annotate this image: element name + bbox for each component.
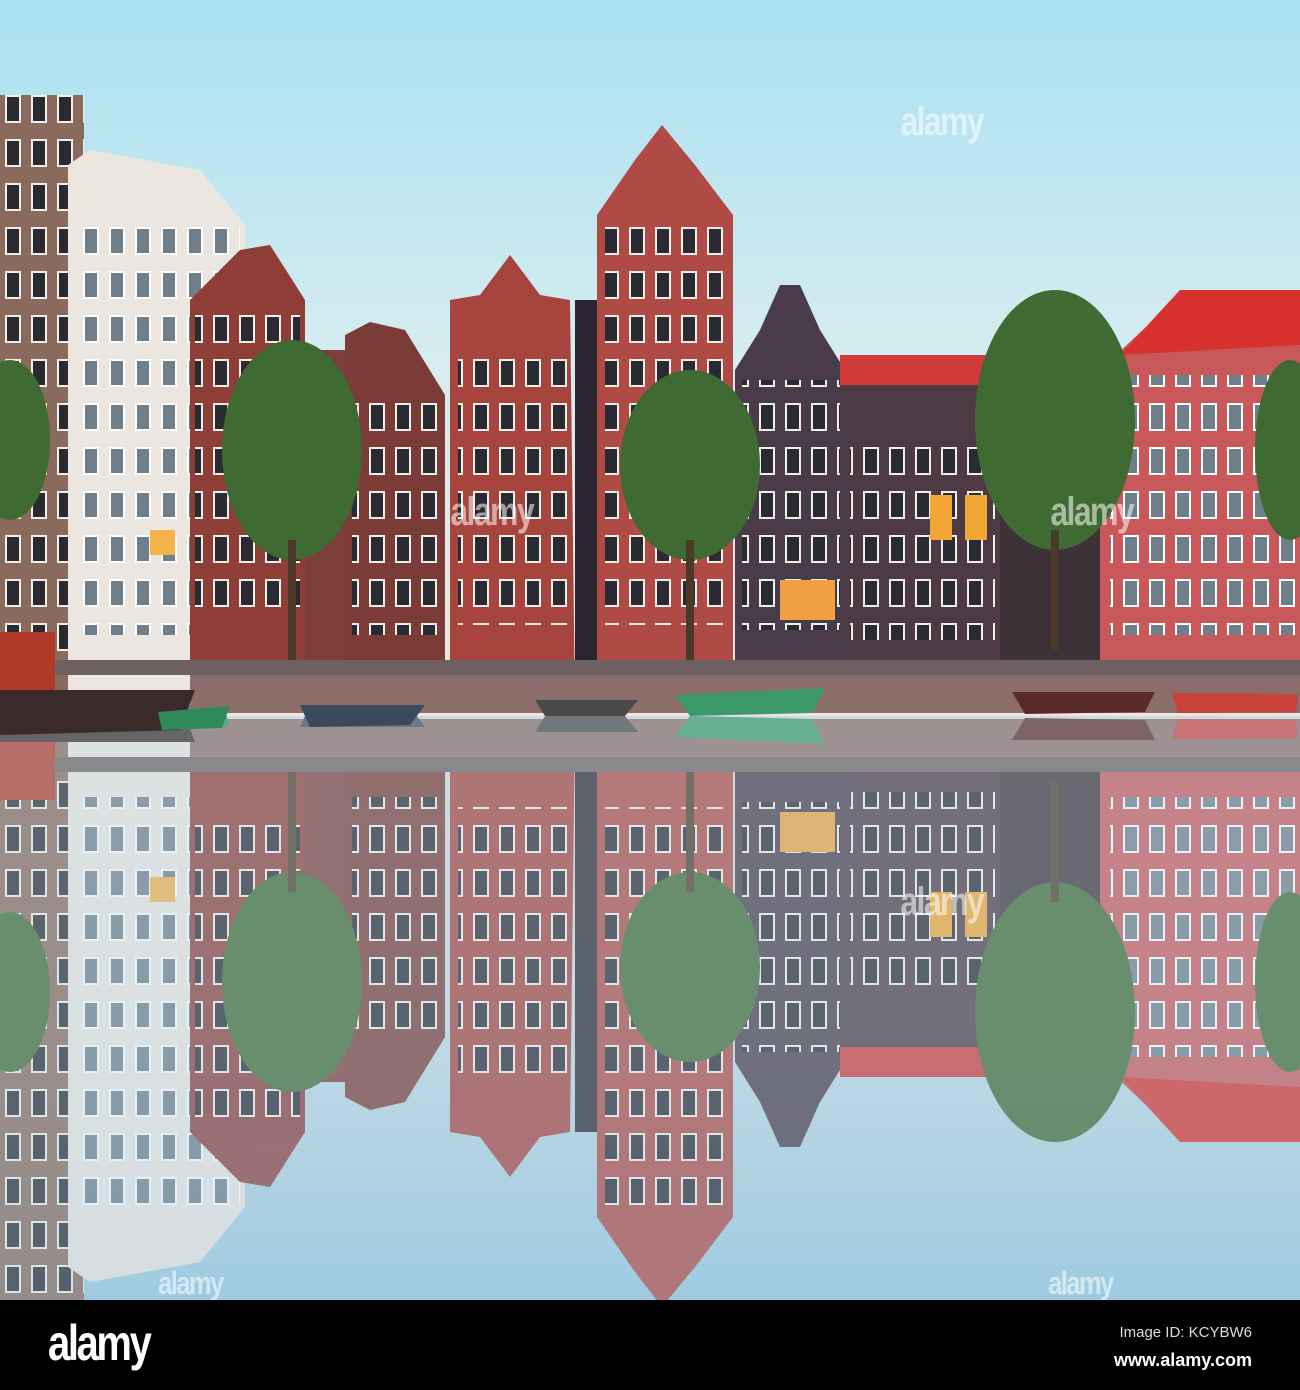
footer-bar: alamy Image ID: KCYBW6 www.alamy.com [0,1300,1300,1390]
website-link[interactable]: www.alamy.com [1114,1350,1252,1371]
stock-photo-page: alamy alamy alamy alamy alamy alamy alam… [0,0,1300,1390]
watermark: alamy [450,490,534,534]
watermark: alamy [900,100,984,144]
canal-photo [0,0,1300,1300]
watermark: alamy [1048,1265,1114,1301]
alamy-logo: alamy [48,1315,152,1371]
watermark: alamy [1050,490,1134,534]
image-id: Image ID: KCYBW6 [1119,1324,1252,1341]
watermark: alamy [158,1265,224,1301]
watermark: alamy [900,880,984,924]
